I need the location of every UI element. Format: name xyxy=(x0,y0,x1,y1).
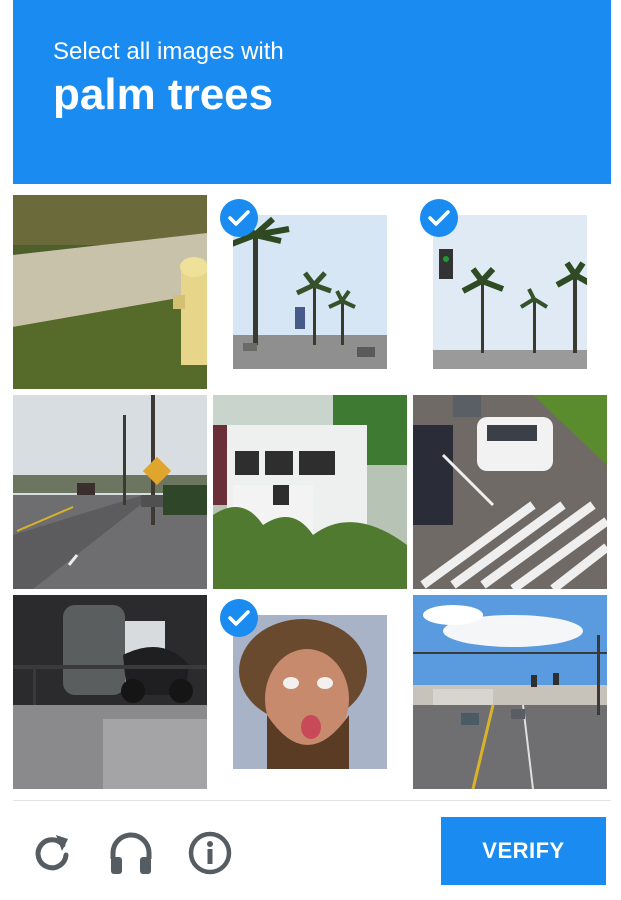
reload-icon xyxy=(35,835,69,871)
headphones-icon xyxy=(110,832,152,874)
image-tile-7[interactable] xyxy=(13,595,207,789)
footer-divider xyxy=(13,800,611,801)
palm-traffic-image xyxy=(433,215,587,369)
bus-image xyxy=(213,395,407,589)
checkmark-icon xyxy=(220,199,258,237)
audio-challenge-button[interactable] xyxy=(107,827,155,879)
checkmark-icon xyxy=(420,199,458,237)
reload-button[interactable] xyxy=(28,827,76,879)
intersection-image xyxy=(413,595,607,789)
checkmark-icon xyxy=(220,599,258,637)
image-tile-2[interactable] xyxy=(213,195,407,389)
palm-street-image xyxy=(233,215,387,369)
info-icon xyxy=(188,831,232,875)
image-tile-6[interactable] xyxy=(413,395,607,589)
road-poles-image xyxy=(13,395,207,589)
image-tile-4[interactable] xyxy=(13,395,207,589)
challenge-target: palm trees xyxy=(53,70,274,119)
info-button[interactable] xyxy=(186,827,234,879)
bearded-man-image xyxy=(233,615,387,769)
hydrant-image xyxy=(13,195,207,389)
motorcycle-image xyxy=(13,595,207,789)
image-tile-9[interactable] xyxy=(413,595,607,789)
challenge-prompt: Select all images with xyxy=(53,38,284,65)
image-tile-8[interactable] xyxy=(213,595,407,789)
crosswalk-image xyxy=(413,395,607,589)
image-tile-1[interactable] xyxy=(13,195,207,389)
challenge-header: Select all images with palm trees xyxy=(13,0,611,184)
image-tile-3[interactable] xyxy=(413,195,607,389)
image-tile-5[interactable] xyxy=(213,395,407,589)
verify-button[interactable]: VERIFY xyxy=(441,817,606,885)
